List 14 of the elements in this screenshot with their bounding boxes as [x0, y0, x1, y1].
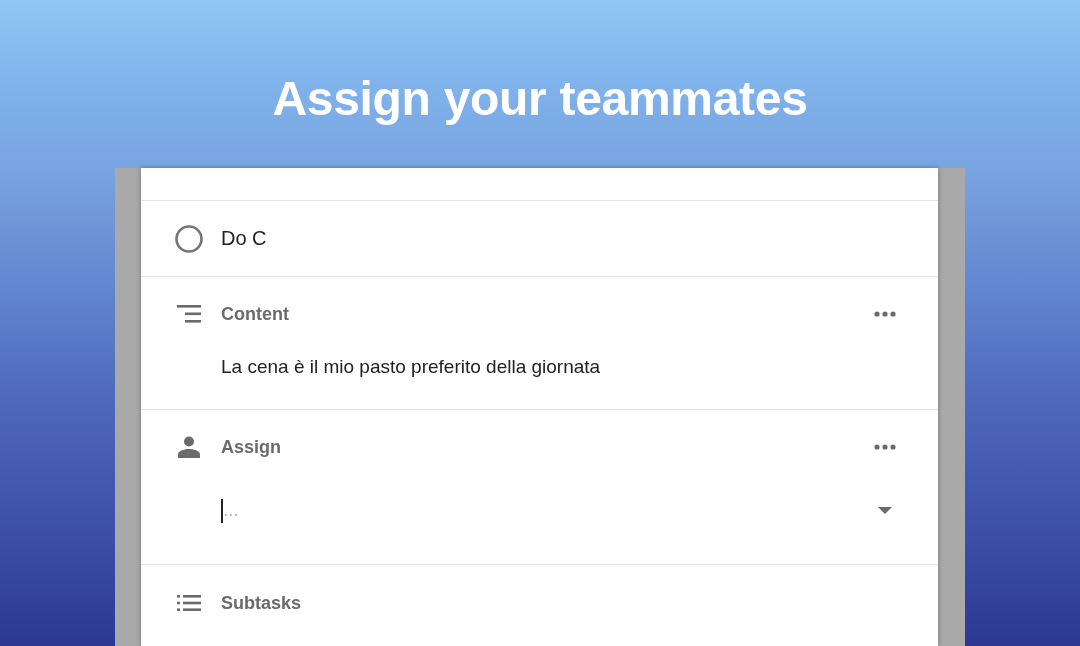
section-label: Subtasks [221, 592, 302, 614]
dropdown-caret-icon[interactable] [878, 506, 892, 514]
section-label: Assign [221, 436, 281, 458]
content-text: La cena è il mio pasto preferito della giornata [221, 355, 601, 379]
text-lines-icon [177, 305, 201, 323]
page-title: Assign your teammates [272, 71, 808, 127]
more-icon[interactable] [874, 444, 896, 450]
more-icon[interactable] [874, 311, 896, 317]
person-icon [178, 436, 200, 458]
assignee-input[interactable]: ... [221, 496, 868, 524]
list-icon [177, 595, 201, 611]
task-title: Do C [221, 227, 267, 250]
section-label: Content [221, 303, 289, 325]
checkbox-circle-icon[interactable] [175, 224, 203, 253]
